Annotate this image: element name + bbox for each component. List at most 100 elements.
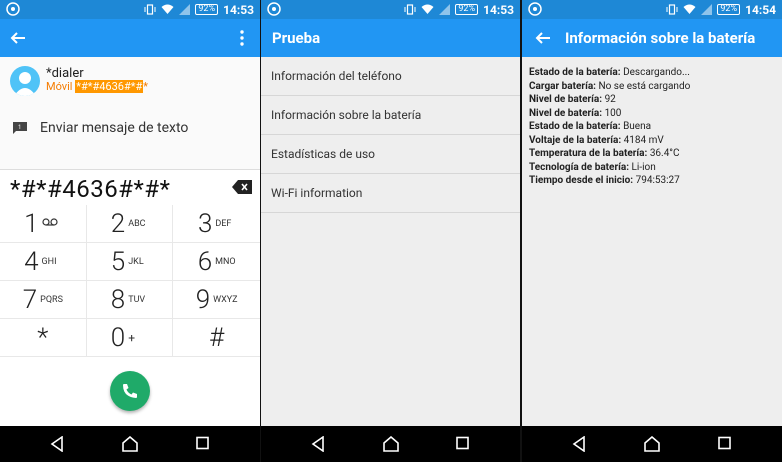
send-sms-label: Enviar mensaje de texto — [40, 120, 189, 136]
voicemail-icon — [41, 218, 62, 229]
info-value: Descargando... — [623, 67, 690, 78]
contact-suggestion-area — [0, 57, 260, 167]
nav-back-icon[interactable] — [311, 436, 325, 452]
contact-name[interactable]: *dialer — [46, 66, 84, 81]
key-digit: 3 — [197, 208, 213, 239]
testing-menu-screen: 92% 14:53 Prueba Información del teléfon… — [261, 0, 520, 462]
navigation-bar — [0, 426, 260, 462]
menu-item-wifi-info[interactable]: Wi-Fi information — [261, 174, 520, 213]
status-bar: 92% 14:54 — [522, 0, 782, 19]
info-label: Estado de la batería: — [529, 121, 621, 132]
contact-number-highlight: *#*#4636#*# — [75, 80, 144, 93]
key-letters: GHI — [41, 256, 57, 267]
key-5[interactable]: 5 JKL — [86, 243, 174, 281]
info-row: Tecnología de batería: Li-ion — [529, 161, 690, 175]
dialed-number-field[interactable]: *#*#4636#*#* — [0, 169, 260, 207]
message-icon: 1 — [13, 122, 27, 134]
key-digit: * — [37, 322, 49, 353]
key-digit: 6 — [197, 246, 213, 277]
info-row: Cargar batería: No se está cargando — [529, 80, 690, 94]
info-label: Voltaje de la batería: — [529, 134, 622, 146]
key-digit: 1 — [24, 208, 39, 239]
info-label: Tecnología de batería: — [529, 161, 630, 173]
avatar[interactable] — [10, 66, 40, 96]
dialer-app-bar — [0, 19, 260, 57]
key-star[interactable]: * — [0, 319, 87, 357]
key-digit: 8 — [110, 284, 126, 315]
key-letters: PQRS — [40, 294, 63, 305]
nav-back-icon[interactable] — [572, 436, 586, 452]
menu-item-usage-stats[interactable]: Estadísticas de uso — [261, 135, 520, 174]
testing-app-bar: Prueba — [261, 19, 520, 57]
battery-indicator: 92% — [195, 4, 219, 15]
notification-icon — [6, 2, 20, 16]
contact-avatar-icon — [14, 72, 36, 96]
key-3[interactable]: 3 DEF — [173, 205, 260, 243]
nav-home-icon[interactable] — [643, 436, 661, 452]
info-value: 794:53:27 — [635, 175, 680, 186]
key-7[interactable]: 7 PQRS — [0, 281, 87, 319]
svg-text:1: 1 — [18, 124, 21, 131]
clock: 14:53 — [223, 2, 254, 17]
key-digit: # — [209, 322, 225, 353]
testing-menu-list: Información del teléfono Información sob… — [261, 57, 520, 213]
key-8[interactable]: 8 TUV — [86, 281, 174, 319]
key-6[interactable]: 6 MNO — [173, 243, 260, 281]
signal-icon — [179, 4, 191, 15]
info-value: No se está cargando — [598, 80, 691, 92]
page-title: Información sobre la batería — [565, 29, 756, 47]
contact-number[interactable]: Móvil *#*#4636#*#* — [46, 80, 148, 93]
more-options-icon[interactable] — [240, 30, 244, 46]
nav-recents-icon[interactable] — [718, 436, 731, 450]
info-row: Nivel de batería: 100 — [529, 107, 690, 121]
menu-item-phone-info[interactable]: Información del teléfono — [261, 57, 520, 96]
info-value: 36.4°C — [649, 148, 680, 159]
signal-icon — [701, 4, 713, 15]
contact-number-prefix: Móvil — [46, 80, 76, 93]
key-1[interactable]: 1 — [0, 205, 87, 243]
send-sms-row[interactable]: 1 Enviar mensaje de texto — [12, 118, 188, 138]
key-4[interactable]: 4 GHI — [0, 243, 87, 281]
back-arrow-icon[interactable] — [10, 30, 26, 46]
info-value: 100 — [604, 107, 622, 119]
key-digit: 7 — [22, 284, 38, 315]
info-row: Estado de la batería: Buena — [529, 120, 690, 134]
nav-back-icon[interactable] — [50, 436, 64, 452]
dialer-screen: 92% 14:53 *dialer Móvil *#*#4636#*#* 1 E… — [0, 0, 260, 462]
key-2[interactable]: 2 ABC — [86, 205, 174, 243]
key-hash[interactable]: # — [173, 319, 260, 357]
wifi-icon — [683, 4, 696, 14]
call-button[interactable] — [110, 371, 150, 411]
nav-recents-icon[interactable] — [456, 436, 469, 450]
nav-recents-icon[interactable] — [196, 436, 209, 450]
key-digit: 9 — [195, 284, 211, 315]
key-digit: 2 — [110, 208, 126, 239]
nav-home-icon[interactable] — [121, 436, 139, 452]
navigation-bar — [522, 426, 782, 462]
clock: 14:53 — [483, 2, 514, 17]
signal-icon — [439, 4, 451, 15]
key-9[interactable]: 9 WXYZ — [173, 281, 260, 319]
dial-keypad: 1 2 ABC 3 DEF 4 GHI 5 JKL 6 MNO 7 PQRS 8 TUV 9W… — [0, 205, 260, 357]
wifi-icon — [421, 4, 434, 14]
key-letters: JKL — [128, 256, 144, 267]
info-row: Tiempo desde el inicio: 794:53:27 — [529, 174, 690, 188]
info-label: Nivel de batería: — [529, 94, 603, 105]
nav-home-icon[interactable] — [382, 436, 400, 452]
key-digit: 0 — [110, 322, 126, 353]
back-arrow-icon[interactable] — [535, 30, 551, 46]
info-value: Li-ion — [631, 161, 656, 173]
vibrate-icon — [666, 4, 678, 15]
info-row: Temperatura de la batería: 36.4°C — [529, 147, 690, 161]
battery-info-screen: 92% 14:54 Información sobre la batería E… — [522, 0, 782, 462]
key-0[interactable]: 0 + — [86, 319, 174, 357]
battery-app-bar: Información sobre la batería — [522, 19, 782, 57]
menu-item-battery-info[interactable]: Información sobre la batería — [261, 96, 520, 135]
backspace-icon[interactable] — [232, 180, 252, 194]
status-bar: 92% 14:53 — [261, 0, 520, 19]
key-digit: 4 — [24, 246, 39, 277]
key-letters: TUV — [128, 294, 146, 305]
vibrate-icon — [404, 4, 416, 15]
info-value: 4184 mV — [623, 134, 664, 146]
notification-icon — [267, 2, 281, 16]
